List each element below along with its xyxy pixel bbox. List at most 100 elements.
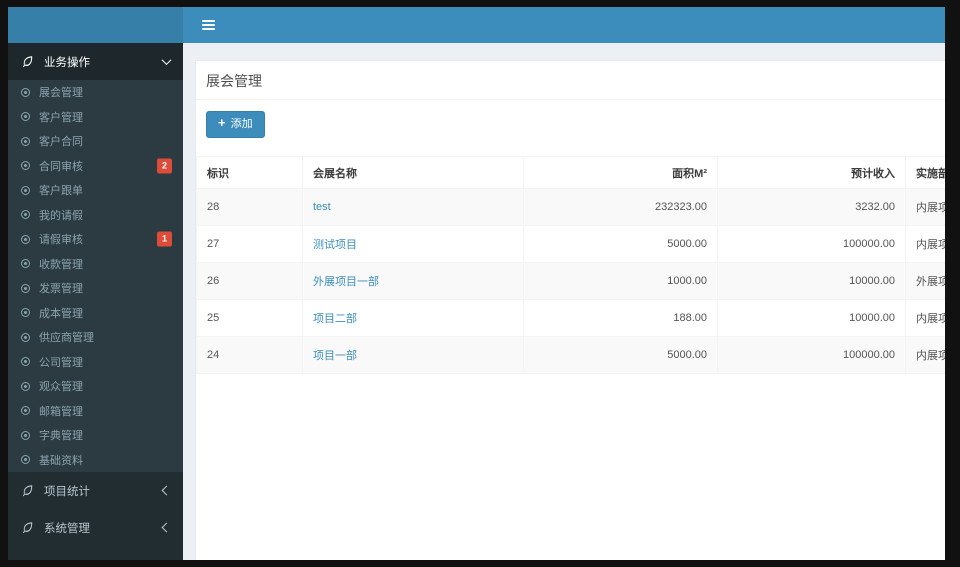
logo-area — [8, 7, 183, 43]
sidebar-item[interactable]: 合同审核 2 — [8, 154, 183, 179]
content-area: 展会管理 添加 标识会展名称面积M²预计收入实施部门 28 test 232323.… — [183, 43, 945, 560]
sidebar: 业务操作展会管理客户管理客户合同合同审核 2 客户跟单我的请假请假审核 1 收款管理发票… — [8, 43, 183, 560]
cell-area: 5000.00 — [523, 225, 718, 264]
sidebar-item[interactable]: 我的请假 — [8, 203, 183, 228]
cell-income: 10000.00 — [717, 299, 906, 338]
cell-name: test — [302, 188, 524, 227]
sidebar-item-label: 客户管理 — [39, 111, 83, 124]
sidebar-item-label: 供应商管理 — [39, 332, 94, 345]
cell-id: 26 — [196, 262, 303, 301]
sidebar-nav: 业务操作展会管理客户管理客户合同合同审核 2 客户跟单我的请假请假审核 1 收款管理发票… — [8, 43, 183, 546]
sidebar-item[interactable]: 收款管理 — [8, 252, 183, 277]
exhibition-name-link[interactable]: 测试项目 — [313, 239, 357, 251]
leaf-icon — [21, 484, 34, 497]
col-header: 面积M² — [523, 156, 718, 190]
sidebar-item-label: 展会管理 — [39, 87, 83, 100]
cell-name: 项目二部 — [302, 299, 524, 338]
sidebar-item-label: 观众管理 — [39, 381, 83, 394]
cell-dept: 内展项目 — [905, 188, 945, 227]
cell-income: 100000.00 — [717, 336, 906, 375]
dot-circle-icon — [21, 136, 30, 146]
cell-area: 5000.00 — [523, 336, 718, 375]
notification-badge: 1 — [156, 231, 172, 247]
sidebar-item[interactable]: 发票管理 — [8, 276, 183, 301]
sidebar-section-label: 项目统计 — [44, 485, 90, 498]
sidebar-item-label: 客户跟单 — [39, 185, 83, 198]
col-header: 预计收入 — [717, 156, 906, 190]
sidebar-section-header[interactable]: 项目统计 — [8, 472, 183, 509]
sidebar-item-label: 邮箱管理 — [39, 405, 83, 418]
dot-circle-icon — [21, 185, 30, 195]
screenshot-frame: 业务操作展会管理客户管理客户合同合同审核 2 客户跟单我的请假请假审核 1 收款管理发票… — [0, 0, 960, 567]
cell-dept: 内展项目 — [905, 336, 945, 375]
dot-circle-icon — [21, 87, 30, 97]
chevron-left-icon — [161, 522, 172, 533]
sidebar-item[interactable]: 客户跟单 — [8, 178, 183, 203]
sidebar-item-label: 收款管理 — [39, 258, 83, 271]
sidebar-section-header[interactable]: 业务操作 — [8, 43, 183, 80]
exhibition-name-link[interactable]: test — [313, 201, 331, 213]
table-header-row: 标识会展名称面积M²预计收入实施部门 — [196, 156, 945, 190]
table-row: 24 项目一部 5000.00100000.00内展项目 — [196, 336, 945, 375]
top-navbar — [183, 7, 945, 43]
sidebar-item-label: 字典管理 — [39, 430, 83, 443]
sidebar-item[interactable]: 邮箱管理 — [8, 399, 183, 424]
exhibition-name-link[interactable]: 项目一部 — [313, 350, 357, 362]
leaf-icon — [21, 55, 34, 68]
notification-badge: 2 — [156, 158, 172, 174]
dot-circle-icon — [21, 112, 30, 122]
dot-circle-icon — [21, 406, 30, 416]
table-row: 27 测试项目 5000.00100000.00内展项目 — [196, 225, 945, 264]
sidebar-item[interactable]: 基础资料 — [8, 448, 183, 473]
exhibition-name-link[interactable]: 外展项目一部 — [313, 276, 379, 288]
dot-circle-icon — [21, 283, 30, 293]
dot-circle-icon — [21, 210, 30, 220]
table-row: 25 项目二部 188.0010000.00内展项目 — [196, 299, 945, 338]
dot-circle-icon — [21, 161, 30, 171]
sidebar-item-label: 合同审核 — [39, 160, 83, 173]
sidebar-section-header[interactable]: 系统管理 — [8, 509, 183, 546]
cell-area: 232323.00 — [523, 188, 718, 227]
dot-circle-icon — [21, 381, 30, 391]
sidebar-item[interactable]: 客户合同 — [8, 129, 183, 154]
cell-id: 24 — [196, 336, 303, 375]
sidebar-section-label: 业务操作 — [44, 56, 90, 69]
col-header: 实施部门 — [905, 156, 945, 190]
sidebar-item[interactable]: 供应商管理 — [8, 325, 183, 350]
cell-id: 25 — [196, 299, 303, 338]
sidebar-submenu: 展会管理客户管理客户合同合同审核 2 客户跟单我的请假请假审核 1 收款管理发票管理 成本… — [8, 80, 183, 472]
chevron-left-icon — [161, 485, 172, 496]
add-button[interactable]: 添加 — [206, 111, 265, 139]
cell-income: 3232.00 — [717, 188, 906, 227]
sidebar-item-label: 客户合同 — [39, 136, 83, 149]
dot-circle-icon — [21, 308, 30, 318]
sidebar-item[interactable]: 观众管理 — [8, 374, 183, 399]
sidebar-item[interactable]: 成本管理 — [8, 301, 183, 326]
sidebar-item[interactable]: 字典管理 — [8, 423, 183, 448]
cell-id: 27 — [196, 225, 303, 264]
cell-name: 测试项目 — [302, 225, 524, 264]
exhibition-name-link[interactable]: 项目二部 — [313, 313, 357, 325]
leaf-icon — [21, 521, 34, 534]
cell-income: 10000.00 — [717, 262, 906, 301]
sidebar-item[interactable]: 公司管理 — [8, 350, 183, 375]
sidebar-item[interactable]: 客户管理 — [8, 105, 183, 130]
sidebar-item-label: 公司管理 — [39, 356, 83, 369]
sidebar-section-label: 系统管理 — [44, 522, 90, 535]
table-row: 28 test 232323.003232.00内展项目 — [196, 188, 945, 227]
sidebar-item-label: 我的请假 — [39, 209, 83, 222]
dot-circle-icon — [21, 430, 30, 440]
app-window: 业务操作展会管理客户管理客户合同合同审核 2 客户跟单我的请假请假审核 1 收款管理发票… — [8, 7, 945, 560]
cell-id: 28 — [196, 188, 303, 227]
cell-area: 1000.00 — [523, 262, 718, 301]
sidebar-item-label: 请假审核 — [39, 234, 83, 247]
cell-income: 100000.00 — [717, 225, 906, 264]
hamburger-menu-icon[interactable] — [191, 7, 225, 43]
box-header: 展会管理 — [196, 61, 945, 100]
plus-icon — [218, 118, 226, 131]
page-title: 展会管理 — [206, 73, 262, 89]
sidebar-item[interactable]: 展会管理 — [8, 80, 183, 105]
dot-circle-icon — [21, 455, 30, 465]
dot-circle-icon — [21, 357, 30, 367]
sidebar-item[interactable]: 请假审核 1 — [8, 227, 183, 252]
